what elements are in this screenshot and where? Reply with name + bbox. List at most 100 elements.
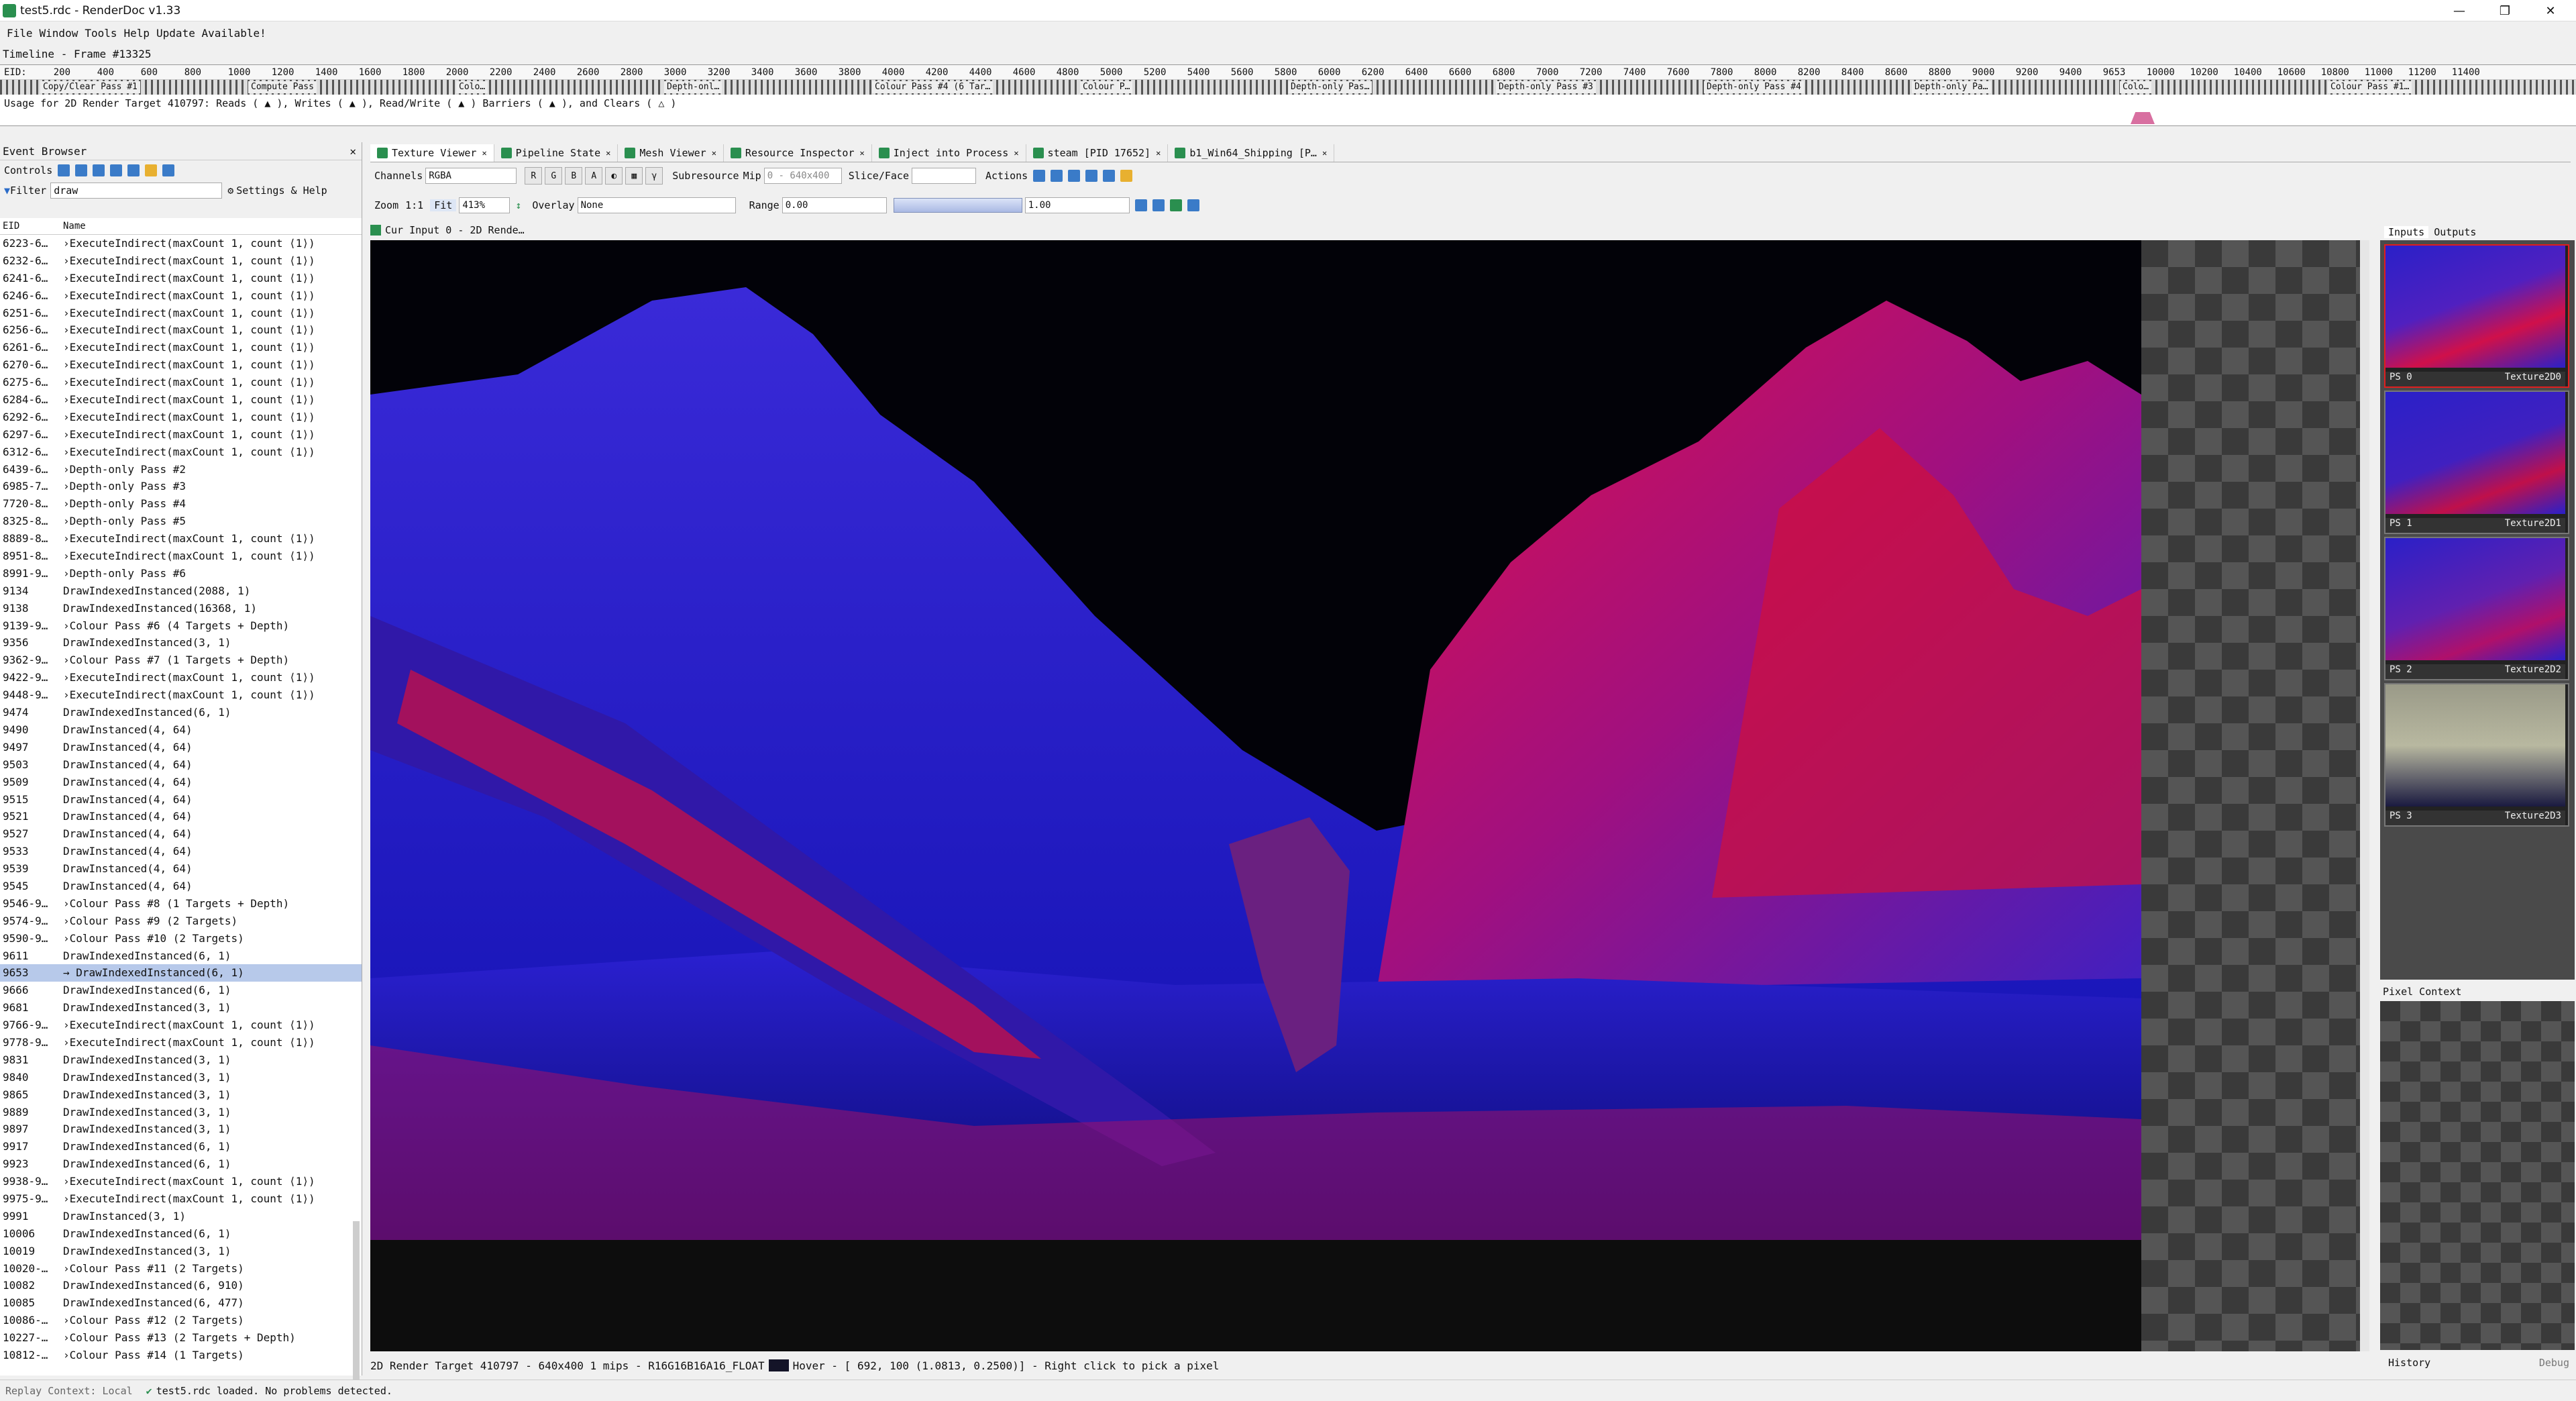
event-row[interactable]: 9923 DrawIndexedInstanced(6, 1)	[0, 1155, 362, 1173]
event-row[interactable]: 6241-6… ›ExecuteIndirect(maxCount 1, coun…	[0, 270, 362, 287]
tab-resource-inspector[interactable]: Resource Inspector ✕	[724, 144, 872, 162]
history-button[interactable]: History	[2388, 1357, 2430, 1369]
timeline-pass-label[interactable]: Depth-only Pass #3	[1496, 81, 1596, 93]
event-row[interactable]: 6223-6… ›ExecuteIndirect(maxCount 1, coun…	[0, 235, 362, 252]
outputs-tab[interactable]: Outputs	[2434, 226, 2476, 238]
alpha-checker-toggle[interactable]: ◐	[605, 167, 623, 185]
event-row[interactable]: 6297-6… ›ExecuteIndirect(maxCount 1, coun…	[0, 426, 362, 444]
timeline-pass-label[interactable]: Compute Pass	[248, 81, 317, 93]
event-row[interactable]: 9138 DrawIndexedInstanced(16368, 1)	[0, 600, 362, 617]
settings-icon[interactable]	[1103, 170, 1116, 182]
timeline-pass-label[interactable]: Colo…	[2120, 81, 2152, 93]
settings-gear-icon[interactable]: ⚙	[227, 185, 233, 197]
event-row[interactable]: 10006 DrawIndexedInstanced(6, 1)	[0, 1225, 362, 1243]
overlay-select[interactable]: None	[577, 197, 736, 213]
tab-close-icon[interactable]: ✕	[606, 148, 610, 158]
zoom-1-1-button[interactable]: 1:1	[405, 199, 423, 211]
event-row[interactable]: 10086-… ›Colour Pass #12 (2 Targets)	[0, 1312, 362, 1329]
menu-help[interactable]: Help	[124, 27, 150, 40]
event-row[interactable]: 8951-8… ›ExecuteIndirect(maxCount 1, coun…	[0, 548, 362, 565]
slice-face-select[interactable]	[912, 168, 976, 184]
viewer-scrollbar[interactable]	[2360, 240, 2369, 1351]
timeline-pass-label[interactable]: Colo…	[456, 81, 488, 93]
event-row[interactable]: 9139-9… ›Colour Pass #6 (4 Targets + Dept…	[0, 617, 362, 635]
event-row[interactable]: 6439-6… ›Depth-only Pass #2	[0, 461, 362, 478]
event-row[interactable]: 9545 DrawInstanced(4, 64)	[0, 878, 362, 895]
event-row[interactable]: 10085 DrawIndexedInstanced(6, 477)	[0, 1294, 362, 1312]
current-event-marker[interactable]	[2131, 112, 2155, 124]
pixel-context-view[interactable]	[2380, 1001, 2575, 1350]
debug-icon[interactable]	[1120, 170, 1133, 182]
event-row[interactable]: 9590-9… ›Colour Pass #10 (2 Targets)	[0, 930, 362, 947]
update-available-link[interactable]: Update Available!	[156, 27, 266, 40]
viewer-tab[interactable]: Cur Input 0 - 2D Rende…	[370, 221, 545, 239]
timeline-pass-label[interactable]: Depth-onl…	[664, 81, 722, 93]
event-row[interactable]: 9766-9… ›ExecuteIndirect(maxCount 1, coun…	[0, 1017, 362, 1034]
menu-window[interactable]: Window	[40, 27, 78, 40]
flip-y-icon[interactable]: ↕	[515, 199, 521, 211]
event-row[interactable]: 9527 DrawInstanced(4, 64)	[0, 825, 362, 843]
event-row[interactable]: 6292-6… ›ExecuteIndirect(maxCount 1, coun…	[0, 409, 362, 426]
range-min-input[interactable]: 0.00	[782, 197, 887, 213]
maximize-button[interactable]: ❐	[2485, 0, 2525, 21]
zoom-range-icon[interactable]	[1134, 199, 1147, 211]
event-row[interactable]: 10019 DrawIndexedInstanced(3, 1)	[0, 1243, 362, 1260]
event-row[interactable]: 9497 DrawInstanced(4, 64)	[0, 739, 362, 756]
event-row[interactable]: 6275-6… ›ExecuteIndirect(maxCount 1, coun…	[0, 374, 362, 391]
event-row[interactable]: 9917 DrawIndexedInstanced(6, 1)	[0, 1138, 362, 1155]
tab-close-icon[interactable]: ✕	[1156, 148, 1161, 158]
event-row[interactable]: 9515 DrawInstanced(4, 64)	[0, 791, 362, 809]
event-row[interactable]: 9991 DrawInstanced(3, 1)	[0, 1208, 362, 1225]
tab-steam-pid-17652-[interactable]: steam [PID 17652] ✕	[1026, 144, 1169, 162]
histogram-icon[interactable]	[1187, 199, 1199, 211]
close-button[interactable]: ✕	[2530, 0, 2571, 21]
channels-select[interactable]: RGBA	[425, 168, 517, 184]
event-row[interactable]: 9509 DrawInstanced(4, 64)	[0, 774, 362, 791]
event-row[interactable]: 8991-9… ›Depth-only Pass #6	[0, 565, 362, 582]
texture-thumbnail[interactable]: PS 3 Texture2D3	[2384, 683, 2569, 827]
col-name[interactable]: Name	[63, 221, 86, 231]
filter-input[interactable]: draw	[50, 183, 223, 199]
channel-r-toggle[interactable]: R	[525, 167, 543, 185]
event-row[interactable]: 9574-9… ›Colour Pass #9 (2 Targets)	[0, 913, 362, 930]
fit-button[interactable]: Fit	[430, 199, 457, 211]
event-row[interactable]: 9422-9… ›ExecuteIndirect(maxCount 1, coun…	[0, 669, 362, 686]
col-eid[interactable]: EID	[0, 221, 63, 231]
panel-close-icon[interactable]: ✕	[350, 145, 356, 158]
grid-toggle[interactable]: ▦	[625, 167, 643, 185]
colour-icon[interactable]	[145, 164, 158, 176]
bookmark-icon[interactable]	[110, 164, 123, 176]
texture-viewport[interactable]	[370, 240, 2368, 1351]
timeline-pass-label[interactable]: Colour P…	[1080, 81, 1133, 93]
event-row[interactable]: 6246-6… ›ExecuteIndirect(maxCount 1, coun…	[0, 287, 362, 305]
save-texture-icon[interactable]	[1033, 170, 1046, 182]
timeline-pass-label[interactable]: Colour Pass #1…	[2328, 81, 2412, 93]
minimize-button[interactable]: —	[2439, 0, 2479, 21]
export-icon[interactable]	[127, 164, 140, 176]
event-row[interactable]: 8325-8… ›Depth-only Pass #5	[0, 513, 362, 530]
timeline-pass-label[interactable]: Depth-only Pass #4	[1704, 81, 1804, 93]
find-icon[interactable]	[93, 164, 105, 176]
tab-close-icon[interactable]: ✕	[482, 148, 486, 158]
event-row[interactable]: 9611 DrawIndexedInstanced(6, 1)	[0, 947, 362, 965]
event-row[interactable]: 10812-… ›Colour Pass #14 (1 Targets)	[0, 1347, 362, 1364]
texture-thumbnail[interactable]: PS 1 Texture2D1	[2384, 391, 2569, 534]
timeline-pass-label[interactable]: Depth-only Pa…	[1912, 81, 1991, 93]
event-row[interactable]: 6270-6… ›ExecuteIndirect(maxCount 1, coun…	[0, 356, 362, 374]
render-target-image[interactable]	[370, 240, 2141, 1240]
event-row[interactable]: 9521 DrawInstanced(4, 64)	[0, 808, 362, 825]
texture-thumbnail[interactable]: PS 2 Texture2D2	[2384, 537, 2569, 680]
debug-button[interactable]: Debug	[2539, 1357, 2569, 1369]
reset-range-icon[interactable]	[1169, 199, 1182, 211]
event-row[interactable]: 9778-9… ›ExecuteIndirect(maxCount 1, coun…	[0, 1034, 362, 1051]
event-row[interactable]: 9831 DrawIndexedInstanced(3, 1)	[0, 1051, 362, 1069]
event-row[interactable]: 9938-9… ›ExecuteIndirect(maxCount 1, coun…	[0, 1173, 362, 1190]
event-row[interactable]: 9865 DrawIndexedInstanced(3, 1)	[0, 1086, 362, 1104]
event-row[interactable]: 9653 → DrawIndexedInstanced(6, 1)	[0, 964, 362, 982]
event-row[interactable]: 9681 DrawIndexedInstanced(3, 1)	[0, 999, 362, 1017]
event-row[interactable]: 9546-9… ›Colour Pass #8 (1 Targets + Dept…	[0, 895, 362, 913]
range-max-input[interactable]: 1.00	[1024, 197, 1130, 213]
tab-pipeline-state[interactable]: Pipeline State ✕	[494, 144, 619, 162]
goto-location-icon[interactable]	[1068, 170, 1081, 182]
menu-tools[interactable]: Tools	[85, 27, 117, 40]
